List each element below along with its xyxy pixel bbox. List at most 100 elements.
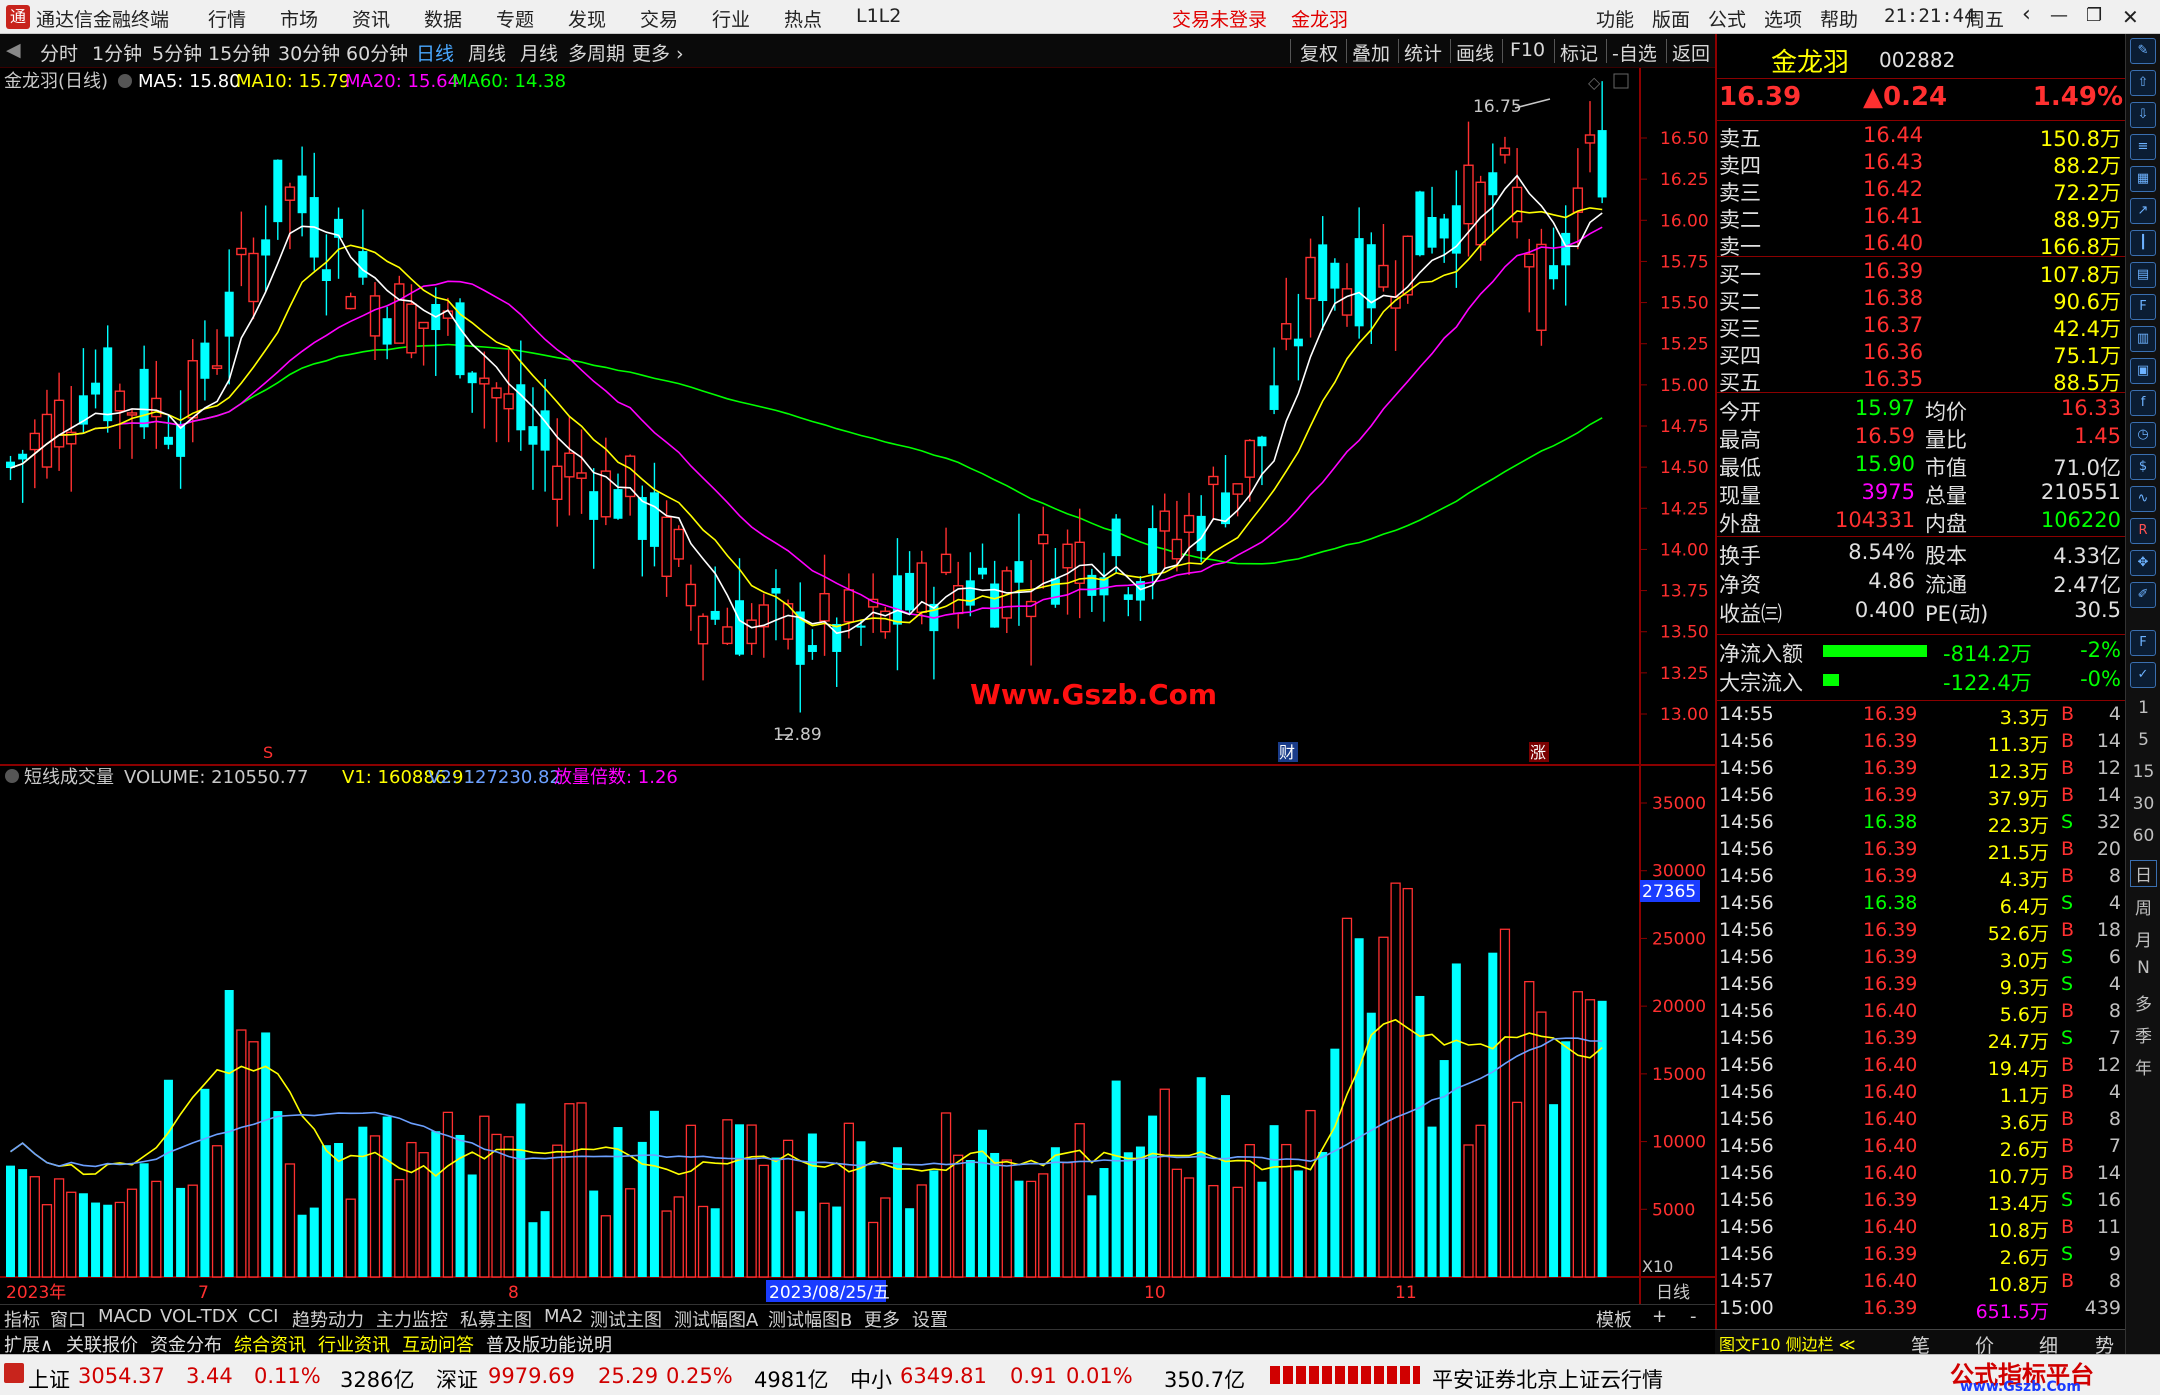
f10-icon[interactable]: F [2130,294,2156,320]
menu-item-banmian[interactable]: 版面 [1652,5,1690,32]
tick-row[interactable]: 14:56 16.40 5.6万 B 8 [1717,1000,2127,1027]
line-chart-icon[interactable]: ↗ [2130,198,2156,224]
menu-item-redian[interactable]: 热点 [784,5,822,32]
stat-row[interactable]: 最低 15.90 市值 71.0亿 [1717,452,2127,480]
period-multi[interactable]: 多 [2126,990,2160,1015]
tick-row[interactable]: 14:56 16.40 10.7万 B 14 [1717,1162,2127,1189]
menu-item-xuanxiang[interactable]: 选项 [1764,5,1802,32]
period-tab-1min[interactable]: 1分钟 [92,39,142,66]
fs2-icon[interactable]: F [2130,630,2156,656]
bid-row[interactable]: 买二 16.38 90.6万 [1717,286,2127,314]
list-icon[interactable]: ≡ [2130,134,2156,160]
tick-row[interactable]: 14:56 16.39 24.7万 S 7 [1717,1027,2127,1054]
period-tab-multi[interactable]: 多周期 [568,39,625,66]
period-quarter[interactable]: 季 [2126,1022,2160,1047]
tick-row[interactable]: 14:57 16.40 10.8万 B 8 [1717,1270,2127,1297]
tab-ma2[interactable]: MA2 [544,1306,583,1327]
tick-row[interactable]: 14:56 16.40 10.8万 B 11 [1717,1216,2127,1243]
period-n[interactable]: N [2126,958,2160,978]
chart-area[interactable]: 13.00 13.25 13.50 13.75 14.00 14.25 14.50 14.75… [0,68,1715,1304]
clock-icon[interactable]: ◷ [2130,422,2156,448]
draw-line-button[interactable]: 画线 [1456,39,1494,66]
grid-icon[interactable]: ▦ [2130,166,2156,192]
tick-row[interactable]: 14:56 16.40 1.1万 B 4 [1717,1081,2127,1108]
tick-row[interactable]: 14:56 16.40 2.6万 B 7 [1717,1135,2127,1162]
self-select-button[interactable]: -自选 [1612,39,1657,66]
stat-row[interactable]: 净资 4.86 流通 2.47亿 [1717,569,2127,597]
period-tab-fenshi[interactable]: 分时 [40,39,78,66]
tick-row[interactable]: 14:56 16.39 13.4万 S 16 [1717,1189,2127,1216]
minimize-icon[interactable]: — [2050,5,2068,26]
tick-row[interactable]: 14:56 16.39 9.3万 S 4 [1717,973,2127,1000]
tick-row[interactable]: 14:56 16.38 6.4万 S 4 [1717,892,2127,919]
side-link[interactable]: 图文F10 侧边栏 ≪ [1719,1331,1856,1355]
event-marker-limit[interactable]: 涨 [1530,743,1546,762]
stat-row[interactable]: 换手 8.54% 股本 4.33亿 [1717,540,2127,568]
return-button[interactable]: 返回 [1672,39,1710,66]
diamond-icon[interactable]: ◇ [1588,73,1601,92]
overlay-button[interactable]: 叠加 [1352,39,1390,66]
tick-row[interactable]: 15:00 16.39 651.5万 439 [1717,1297,2127,1324]
login-status[interactable]: 交易未登录 [1172,5,1267,32]
period-tab-30min[interactable]: 30分钟 [278,39,340,66]
stat-row[interactable]: 收益㈢ 0.400 PE(动) 30.5 [1717,598,2127,626]
period-tab-weekly[interactable]: 周线 [468,39,506,66]
menu-item-gongshi[interactable]: 公式 [1708,5,1746,32]
menu-item-bangzhu[interactable]: 帮助 [1820,5,1858,32]
menu-item-zhuanti[interactable]: 专题 [496,5,534,32]
close-icon[interactable]: ✕ [2122,5,2139,29]
tick-row[interactable]: 14:56 16.39 3.0万 S 6 [1717,946,2127,973]
bid-row[interactable]: 买四 16.36 75.1万 [1717,340,2127,368]
f10-button[interactable]: F10 [1510,39,1545,61]
crosshair-icon[interactable]: ✥ [2130,550,2156,576]
restore-icon[interactable]: ❐ [2086,5,2102,26]
indicator-menu-icon[interactable] [118,74,132,88]
menu-item-shichang[interactable]: 市场 [280,5,318,32]
expand-icon[interactable]: ◀ [6,39,21,61]
period-5min[interactable]: 5 [2126,730,2160,750]
ask-row[interactable]: 卖一 16.40 166.8万 [1717,231,2127,259]
period-tab-monthly[interactable]: 月线 [520,39,558,66]
ask-row[interactable]: 卖五 16.44 150.8万 [1717,123,2127,151]
fs-icon[interactable]: f [2130,390,2156,416]
stat-row[interactable]: 最高 16.59 量比 1.45 [1717,424,2127,452]
remove-pane-button[interactable]: - [1690,1306,1697,1327]
news-icon[interactable]: ▥ [2130,326,2156,352]
zx-label[interactable]: 中小 [850,1364,892,1394]
stat-row[interactable]: 现量 3975 总量 210551 [1717,480,2127,508]
period-1min[interactable]: 1 [2126,698,2160,718]
menu-item-zixun[interactable]: 资讯 [352,5,390,32]
period-15min[interactable]: 15 [2126,762,2160,782]
period-tab-15min[interactable]: 15分钟 [208,39,270,66]
tick-row[interactable]: 14:55 16.39 3.3万 B 4 [1717,703,2127,730]
arrow-down-icon[interactable]: ⇩ [2130,102,2156,128]
tick-row[interactable]: 14:56 16.39 4.3万 B 8 [1717,865,2127,892]
bid-row[interactable]: 买三 16.37 42.4万 [1717,313,2127,341]
ask-row[interactable]: 卖四 16.43 88.2万 [1717,150,2127,178]
event-marker-finance[interactable]: 财 [1279,743,1295,762]
rsi-icon[interactable]: R [2130,518,2156,544]
ask-row[interactable]: 卖三 16.42 72.2万 [1717,177,2127,205]
tick-row[interactable]: 14:56 16.39 2.6万 S 9 [1717,1243,2127,1270]
stat-row[interactable]: 今开 15.97 均价 16.33 [1717,396,2127,424]
doc-icon[interactable]: ▣ [2130,358,2156,384]
tick-row[interactable]: 14:56 16.38 22.3万 S 32 [1717,811,2127,838]
tick-row[interactable]: 14:56 16.39 11.3万 B 14 [1717,730,2127,757]
tick-row[interactable]: 14:56 16.40 3.6万 B 8 [1717,1108,2127,1135]
back-icon[interactable]: ‹ [2022,2,2031,27]
period-tab-more[interactable]: 更多 › [632,39,684,66]
period-month[interactable]: 月 [2126,926,2160,951]
tick-row[interactable]: 14:56 16.39 37.9万 B 14 [1717,784,2127,811]
tick-row[interactable]: 14:56 16.39 12.3万 B 12 [1717,757,2127,784]
menu-item-shuju[interactable]: 数据 [424,5,462,32]
menu-item-hangqing[interactable]: 行情 [208,5,246,32]
add-pane-button[interactable]: + [1652,1306,1667,1327]
tab-macd[interactable]: MACD [98,1306,152,1327]
period-tab-daily[interactable]: 日线 [416,39,454,66]
menu-item-hangye[interactable]: 行业 [712,5,750,32]
menu-item-l1l2[interactable]: L1L2 [856,5,901,27]
menu-item-jiaoyi[interactable]: 交易 [640,5,678,32]
period-30min[interactable]: 30 [2126,794,2160,814]
period-year[interactable]: 年 [2126,1054,2160,1079]
flow-row[interactable]: 大宗流入 -122.4万 -0% [1717,667,2127,695]
